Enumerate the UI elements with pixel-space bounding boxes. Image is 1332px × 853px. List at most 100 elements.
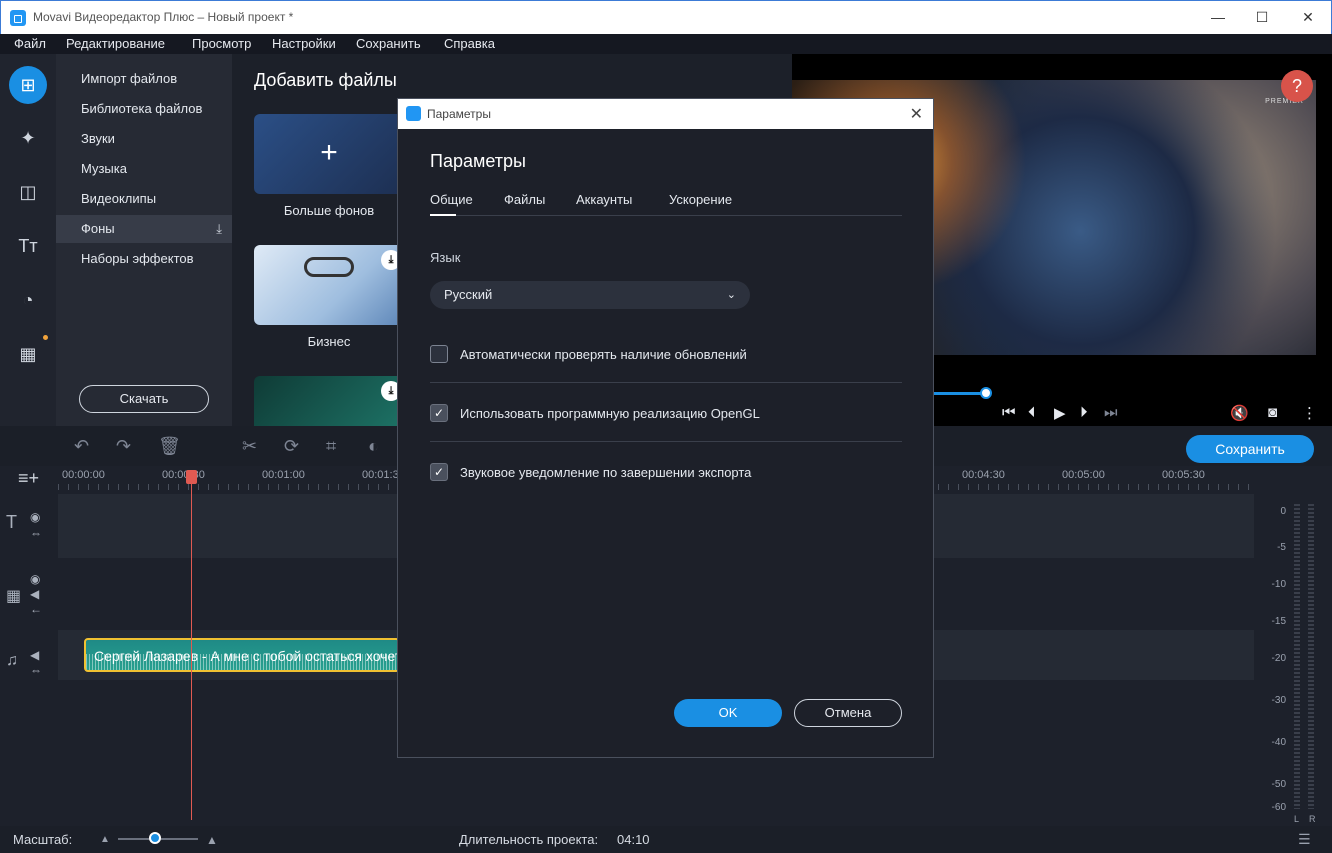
zoom-in-icon[interactable]: ▲ xyxy=(206,833,218,847)
business-tile[interactable]: ⤓ xyxy=(254,245,404,325)
transitions-icon[interactable]: ◫ xyxy=(9,173,47,211)
menu-file[interactable]: Файл xyxy=(14,36,46,51)
tab-divider xyxy=(430,215,902,216)
skip-to-start-icon[interactable]: ⏮ xyxy=(1002,404,1016,421)
menu-edit[interactable]: Редактирование xyxy=(66,36,165,51)
ok-button[interactable]: OK xyxy=(674,699,782,727)
more-tools-icon[interactable]: ▦ xyxy=(9,335,47,373)
meter-bar-right xyxy=(1308,504,1314,809)
divider xyxy=(430,382,902,383)
category-effect-packs[interactable]: Наборы эффектов xyxy=(56,245,232,273)
tile-label: Больше фонов xyxy=(283,203,375,218)
arrow-left-icon[interactable]: ← xyxy=(30,602,42,616)
tab-accounts[interactable]: Аккаунты xyxy=(576,192,632,207)
meter-label: -40 xyxy=(1271,737,1286,748)
category-backgrounds[interactable]: Фоны ⤓ xyxy=(56,215,232,243)
menu-save[interactable]: Сохранить xyxy=(356,36,421,51)
active-tab-indicator xyxy=(430,214,456,216)
scale-label: Масштаб: xyxy=(13,832,73,847)
tab-acceleration[interactable]: Ускорение xyxy=(669,192,732,207)
background-tile[interactable]: ⤓ xyxy=(254,376,404,426)
playhead[interactable] xyxy=(191,472,192,820)
next-frame-icon[interactable]: ⏵ xyxy=(1080,404,1088,421)
app-logo-icon xyxy=(406,106,421,121)
link-icon[interactable]: ⇔ xyxy=(30,663,42,677)
software-opengl-checkbox[interactable]: ✓ xyxy=(430,404,448,422)
audio-clip[interactable]: Сергей Лазарев - А мне с тобой остаться … xyxy=(84,638,400,672)
menu-settings[interactable]: Настройки xyxy=(272,36,336,51)
language-select[interactable]: Русский ⌄ xyxy=(430,281,750,309)
menu-help[interactable]: Справка xyxy=(444,36,495,51)
meter-label: -30 xyxy=(1271,695,1286,706)
category-music[interactable]: Музыка xyxy=(56,155,232,183)
channel-right-label: R xyxy=(1309,814,1316,824)
tab-general[interactable]: Общие xyxy=(430,192,473,207)
notification-dot xyxy=(43,335,48,340)
magic-wand-icon[interactable]: ✦ xyxy=(9,119,47,157)
channel-left-label: L xyxy=(1294,814,1300,824)
download-button[interactable]: Скачать xyxy=(79,385,209,413)
category-import-files[interactable]: Импорт файлов xyxy=(56,65,232,93)
text-track-icon: T xyxy=(6,512,17,532)
divider xyxy=(430,441,902,442)
import-icon[interactable]: ⊞ xyxy=(9,66,47,104)
language-value: Русский xyxy=(444,287,493,302)
more-icon[interactable]: ⋮ xyxy=(1302,404,1317,422)
settings-dialog: Параметры ✕ Параметры Общие Файлы Аккаун… xyxy=(397,98,934,758)
mute-icon[interactable]: 🔇 xyxy=(1230,404,1249,422)
zoom-slider-handle[interactable] xyxy=(149,832,161,844)
help-button[interactable]: ? xyxy=(1281,70,1313,102)
maximize-button[interactable]: ☐ xyxy=(1239,1,1285,34)
cut-icon[interactable]: ✂ xyxy=(242,436,257,457)
cancel-button[interactable]: Отмена xyxy=(794,699,902,727)
delete-icon[interactable]: 🗑 xyxy=(158,436,181,457)
dialog-close-icon[interactable]: ✕ xyxy=(910,104,923,124)
snapshot-icon[interactable]: ◙ xyxy=(1268,404,1277,421)
meter-label: 0 xyxy=(1280,506,1286,517)
category-sounds[interactable]: Звуки xyxy=(56,125,232,153)
auto-update-label: Автоматически проверять наличие обновлен… xyxy=(460,347,747,362)
plus-icon: + xyxy=(320,136,338,169)
music-note-icon: ♫ xyxy=(6,652,18,669)
duration-value: 04:10 xyxy=(617,832,650,847)
category-videoclips[interactable]: Видеоклипы xyxy=(56,185,232,213)
eye-icon[interactable]: ◉ xyxy=(30,572,40,586)
download-icon: ⤓ xyxy=(216,221,222,236)
tab-files[interactable]: Файлы xyxy=(504,192,545,207)
ruler-label: 00:01:00 xyxy=(262,469,305,481)
skip-to-end-icon[interactable]: ⏭ xyxy=(1104,404,1118,421)
category-backgrounds-label: Фоны xyxy=(81,221,115,236)
zoom-out-icon[interactable]: ▲ xyxy=(100,834,110,845)
titles-icon[interactable]: Tт xyxy=(9,227,47,265)
film-icon: ▦ xyxy=(6,588,22,605)
category-file-library[interactable]: Библиотека файлов xyxy=(56,95,232,123)
previous-frame-icon[interactable]: ⏴ xyxy=(1028,404,1036,421)
close-button[interactable]: ✕ xyxy=(1285,1,1331,34)
glasses-image xyxy=(304,257,354,277)
volume-icon[interactable]: ◀ xyxy=(30,648,39,662)
auto-update-checkbox[interactable] xyxy=(430,345,448,363)
window-title: Movavi Видеоредактор Плюс – Новый проект… xyxy=(33,10,294,24)
rotate-icon[interactable]: ⟳ xyxy=(284,436,299,457)
progress-handle[interactable] xyxy=(980,387,992,399)
more-backgrounds-tile[interactable]: + xyxy=(254,114,404,194)
color-adjust-icon[interactable]: ◐ xyxy=(368,436,379,457)
undo-icon[interactable]: ↶ xyxy=(74,436,89,457)
export-sound-checkbox[interactable]: ✓ xyxy=(430,463,448,481)
ruler-label: 00:00:00 xyxy=(62,469,105,481)
link-icon[interactable]: ⇔ xyxy=(30,526,42,540)
dialog-title-bar: Параметры ✕ xyxy=(398,99,933,129)
add-track-icon[interactable]: ≡+ xyxy=(18,468,39,489)
save-button[interactable]: Сохранить xyxy=(1186,435,1314,463)
tile-label: Бизнес xyxy=(307,334,351,349)
eye-icon[interactable]: ◉ xyxy=(30,510,40,524)
menu-view[interactable]: Просмотр xyxy=(192,36,251,51)
crop-icon[interactable]: ⌗ xyxy=(326,436,336,457)
redo-icon[interactable]: ↷ xyxy=(116,436,131,457)
status-bar: Масштаб: ▲ ▲ Длительность проекта: 04:10… xyxy=(0,826,1332,853)
volume-icon[interactable]: ◀ xyxy=(30,587,39,601)
stickers-icon[interactable]: ◔ xyxy=(9,281,47,319)
minimize-button[interactable]: — xyxy=(1195,1,1241,34)
panel-toggle-icon[interactable]: ☰ xyxy=(1298,831,1311,848)
play-icon[interactable]: ▶ xyxy=(1054,404,1066,422)
